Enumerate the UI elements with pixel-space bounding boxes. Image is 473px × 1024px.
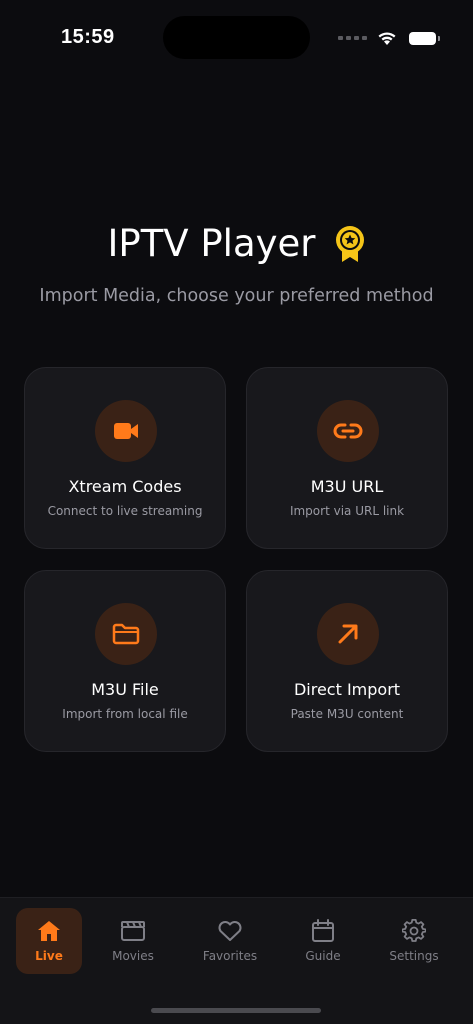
status-indicators bbox=[338, 28, 440, 48]
home-icon bbox=[37, 918, 61, 944]
m3u-url-card[interactable]: M3U URL Import via URL link bbox=[246, 367, 448, 549]
calendar-icon bbox=[311, 918, 335, 944]
video-camera-icon bbox=[95, 400, 157, 462]
card-title: Direct Import bbox=[293, 680, 401, 699]
wifi-icon bbox=[378, 32, 396, 45]
folder-icon bbox=[95, 603, 157, 665]
xtream-codes-card[interactable]: Xtream Codes Connect to live streaming bbox=[24, 367, 226, 549]
tab-label: Guide bbox=[305, 949, 341, 963]
card-subtitle: Paste M3U content bbox=[290, 707, 404, 721]
battery-icon bbox=[409, 31, 440, 45]
app-title: IPTV Player bbox=[107, 222, 316, 265]
card-subtitle: Import via URL link bbox=[289, 504, 405, 518]
tab-movies[interactable]: Movies bbox=[100, 908, 166, 974]
card-title: M3U File bbox=[91, 680, 159, 699]
tab-label: Settings bbox=[389, 949, 439, 963]
tab-guide[interactable]: Guide bbox=[290, 908, 356, 974]
home-indicator[interactable] bbox=[151, 1008, 321, 1013]
card-title: M3U URL bbox=[310, 477, 384, 496]
tab-label: Live bbox=[35, 949, 63, 963]
dynamic-island bbox=[163, 16, 310, 59]
tab-live[interactable]: Live bbox=[16, 908, 82, 974]
tab-bar: Live Movies Favorites Guide Settings bbox=[0, 897, 473, 1024]
screen: 15:59 IPTV Player Import Media, choose y… bbox=[0, 0, 473, 1024]
card-subtitle: Import from local file bbox=[62, 707, 188, 721]
card-subtitle: Connect to live streaming bbox=[47, 504, 203, 518]
cellular-signal-icon bbox=[338, 36, 367, 40]
tab-settings[interactable]: Settings bbox=[381, 908, 447, 974]
award-ribbon-icon bbox=[335, 225, 364, 262]
page-subtitle: Import Media, choose your preferred meth… bbox=[39, 286, 434, 306]
tab-favorites[interactable]: Favorites bbox=[197, 908, 263, 974]
direct-import-card[interactable]: Direct Import Paste M3U content bbox=[246, 570, 448, 752]
m3u-file-card[interactable]: M3U File Import from local file bbox=[24, 570, 226, 752]
link-icon bbox=[317, 400, 379, 462]
clapperboard-icon bbox=[120, 918, 146, 944]
tab-label: Movies bbox=[112, 949, 154, 963]
tab-label: Favorites bbox=[202, 949, 258, 963]
arrow-up-right-icon bbox=[317, 603, 379, 665]
heart-icon bbox=[217, 918, 243, 944]
header: IPTV Player bbox=[0, 222, 473, 265]
card-title: Xtream Codes bbox=[68, 477, 182, 496]
status-time: 15:59 bbox=[61, 26, 115, 48]
gear-icon bbox=[402, 918, 426, 944]
